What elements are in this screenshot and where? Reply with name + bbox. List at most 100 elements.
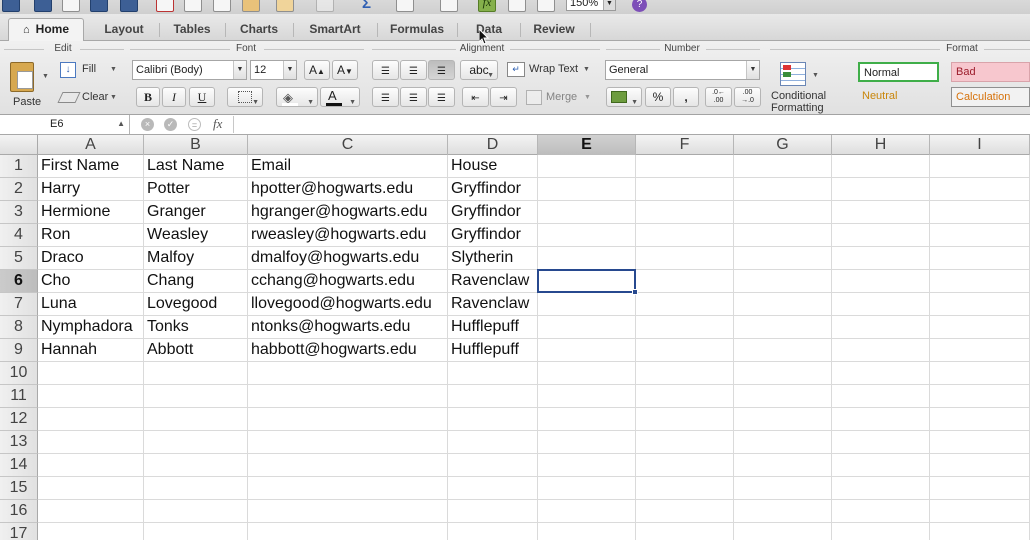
cell-g3[interactable] (734, 201, 832, 224)
cell-e14[interactable] (538, 454, 636, 477)
cell-b4[interactable]: Weasley (144, 224, 248, 247)
cell-b5[interactable]: Malfoy (144, 247, 248, 270)
cell-c1[interactable]: Email (248, 155, 448, 178)
cell-i13[interactable] (930, 431, 1030, 454)
undo-icon[interactable] (276, 0, 294, 12)
cell-h8[interactable] (832, 316, 930, 339)
cell-f10[interactable] (636, 362, 734, 385)
cell-b7[interactable]: Lovegood (144, 293, 248, 316)
cell-h10[interactable] (832, 362, 930, 385)
row-header-1[interactable]: 1 (0, 155, 38, 178)
cell-a14[interactable] (38, 454, 144, 477)
row-header-9[interactable]: 9 (0, 339, 38, 362)
column-header-i[interactable]: I (930, 135, 1030, 155)
fill-color-button[interactable]: ◈ ▼ (276, 87, 318, 107)
formula-input[interactable] (233, 116, 1023, 133)
cell-f16[interactable] (636, 500, 734, 523)
open-icon[interactable] (62, 0, 80, 12)
cell-d16[interactable] (448, 500, 538, 523)
grow-font-button[interactable]: A▲ (304, 60, 330, 80)
cell-i16[interactable] (930, 500, 1030, 523)
cell-h4[interactable] (832, 224, 930, 247)
cell-f8[interactable] (636, 316, 734, 339)
cell-g6[interactable] (734, 270, 832, 293)
cell-a5[interactable]: Draco (38, 247, 144, 270)
confirm-entry-icon[interactable]: ✓ (164, 118, 177, 131)
percent-button[interactable]: % (645, 87, 671, 107)
cell-f3[interactable] (636, 201, 734, 224)
cell-h6[interactable] (832, 270, 930, 293)
decrease-decimal-button[interactable]: .00 →.0 (734, 87, 761, 107)
cell-d2[interactable]: Gryffindor (448, 178, 538, 201)
increase-decimal-button[interactable]: .0← .00 (705, 87, 732, 107)
cell-a1[interactable]: First Name (38, 155, 144, 178)
autosum-icon[interactable]: Σ (362, 0, 380, 13)
font-size-select[interactable]: 12 ▼ (250, 60, 297, 80)
cell-i5[interactable] (930, 247, 1030, 270)
cell-i6[interactable] (930, 270, 1030, 293)
cell-e8[interactable] (538, 316, 636, 339)
font-color-button[interactable]: A ▼ (320, 87, 360, 107)
tab-home[interactable]: ⌂ Home (8, 18, 84, 42)
cell-g7[interactable] (734, 293, 832, 316)
cell-a8[interactable]: Nymphadora (38, 316, 144, 339)
save-icon[interactable] (90, 0, 108, 12)
cell-b16[interactable] (144, 500, 248, 523)
cell-e16[interactable] (538, 500, 636, 523)
cell-e9[interactable] (538, 339, 636, 362)
cell-c15[interactable] (248, 477, 448, 500)
cell-g17[interactable] (734, 523, 832, 540)
cell-e12[interactable] (538, 408, 636, 431)
filter-icon[interactable] (440, 0, 458, 12)
cell-f9[interactable] (636, 339, 734, 362)
row-header-12[interactable]: 12 (0, 408, 38, 431)
cell-i7[interactable] (930, 293, 1030, 316)
cell-a7[interactable]: Luna (38, 293, 144, 316)
cut-icon[interactable] (156, 0, 174, 12)
style-bad[interactable]: Bad (951, 62, 1030, 82)
cell-g2[interactable] (734, 178, 832, 201)
cell-c12[interactable] (248, 408, 448, 431)
cell-c5[interactable]: dmalfoy@hogwarts.edu (248, 247, 448, 270)
row-header-4[interactable]: 4 (0, 224, 38, 247)
comma-button[interactable]: , (673, 87, 699, 107)
cell-g9[interactable] (734, 339, 832, 362)
cell-g4[interactable] (734, 224, 832, 247)
cell-c7[interactable]: llovegood@hogwarts.edu (248, 293, 448, 316)
column-header-f[interactable]: F (636, 135, 734, 155)
cell-b3[interactable]: Granger (144, 201, 248, 224)
underline-button[interactable]: U (189, 87, 215, 107)
font-name-select[interactable]: Calibri (Body) ▼ (132, 60, 247, 80)
column-header-g[interactable]: G (734, 135, 832, 155)
cell-a13[interactable] (38, 431, 144, 454)
cell-f12[interactable] (636, 408, 734, 431)
cell-b13[interactable] (144, 431, 248, 454)
cell-d15[interactable] (448, 477, 538, 500)
cell-i14[interactable] (930, 454, 1030, 477)
cell-e2[interactable] (538, 178, 636, 201)
cell-f5[interactable] (636, 247, 734, 270)
tab-data[interactable]: Data (466, 19, 512, 41)
cell-h15[interactable] (832, 477, 930, 500)
cell-a10[interactable] (38, 362, 144, 385)
cell-f14[interactable] (636, 454, 734, 477)
column-header-d[interactable]: D (448, 135, 538, 155)
paste-icon[interactable] (213, 0, 231, 12)
cell-a16[interactable] (38, 500, 144, 523)
templates-icon[interactable] (34, 0, 52, 12)
cell-h5[interactable] (832, 247, 930, 270)
row-header-16[interactable]: 16 (0, 500, 38, 523)
cell-f1[interactable] (636, 155, 734, 178)
cell-d17[interactable] (448, 523, 538, 540)
cell-g1[interactable] (734, 155, 832, 178)
cell-f7[interactable] (636, 293, 734, 316)
print-icon[interactable] (120, 0, 138, 12)
fill-handle[interactable] (632, 289, 638, 295)
column-header-c[interactable]: C (248, 135, 448, 155)
cell-e3[interactable] (538, 201, 636, 224)
align-top-button[interactable]: ☰ (372, 60, 399, 80)
cell-c9[interactable]: habbott@hogwarts.edu (248, 339, 448, 362)
fill-button[interactable]: ↓ Fill ▼ (58, 60, 120, 80)
cell-f17[interactable] (636, 523, 734, 540)
cancel-entry-icon[interactable]: × (141, 118, 154, 131)
